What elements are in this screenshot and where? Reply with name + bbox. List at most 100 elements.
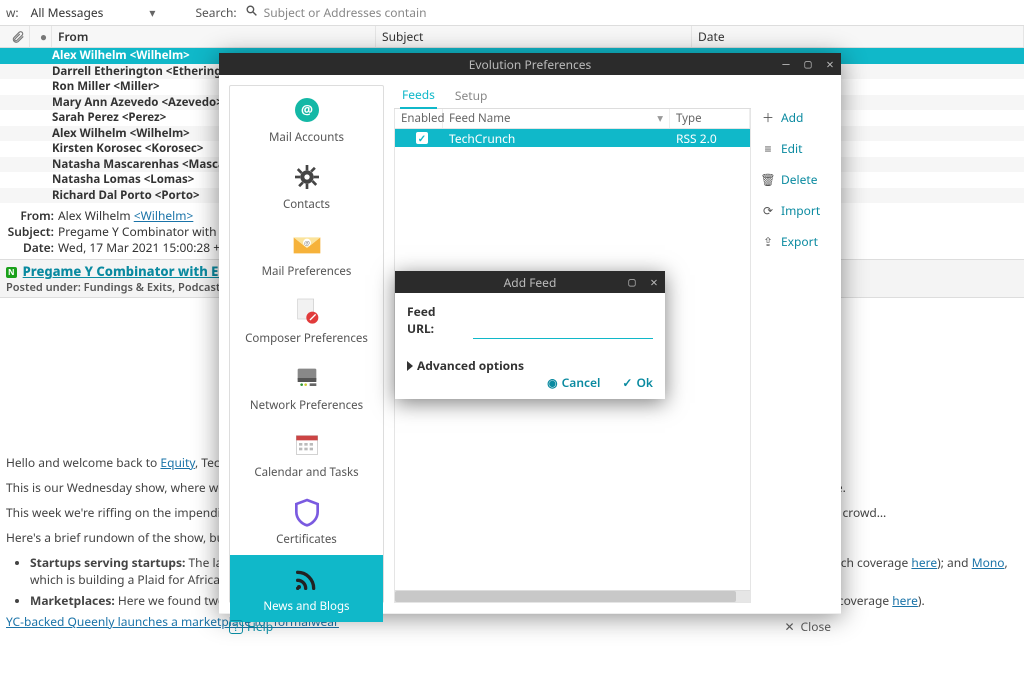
sidebar-item-composer[interactable]: Composer Preferences bbox=[230, 287, 383, 354]
plus-icon: ＋ bbox=[761, 109, 775, 126]
from-value: Alex Wilhelm <Wilhelm> bbox=[58, 207, 193, 224]
ok-button[interactable]: ✓Ok bbox=[622, 374, 653, 391]
import-icon: ⟳ bbox=[761, 202, 775, 219]
window-titlebar[interactable]: Evolution Preferences — ▢ ✕ bbox=[219, 53, 841, 75]
at-sign-icon: @ bbox=[289, 96, 325, 124]
add-feed-dialog: Add Feed ▢ ✕ Feed URL: Advanced options … bbox=[395, 271, 665, 399]
col-enabled[interactable]: Enabled bbox=[395, 109, 443, 128]
close-button[interactable]: ✕Close bbox=[784, 618, 831, 635]
dialog-titlebar[interactable]: Add Feed ▢ ✕ bbox=[395, 271, 665, 293]
network-icon bbox=[289, 364, 325, 392]
attachment-column-icon[interactable] bbox=[0, 26, 30, 47]
gear-icon bbox=[289, 163, 325, 191]
coverage-link[interactable]: here bbox=[892, 592, 918, 609]
coverage-link[interactable]: here bbox=[911, 554, 937, 571]
body-text: ); and bbox=[937, 554, 972, 571]
envelope-icon: @ bbox=[289, 230, 325, 258]
sidebar-item-contacts[interactable]: Contacts bbox=[230, 153, 383, 220]
export-button[interactable]: ⇪Export bbox=[761, 233, 831, 250]
search-label: Search: bbox=[195, 4, 236, 21]
tab-setup[interactable]: Setup bbox=[453, 83, 489, 108]
shield-icon bbox=[289, 498, 325, 526]
feed-type: RSS 2.0 bbox=[670, 130, 750, 147]
window-maximize-icon[interactable]: ▢ bbox=[797, 53, 819, 75]
dialog-title: Add Feed bbox=[504, 274, 557, 291]
from-label: From: bbox=[6, 207, 54, 224]
col-type[interactable]: Type bbox=[670, 109, 750, 128]
sidebar-item-label: Composer Preferences bbox=[234, 331, 379, 346]
sidebar-item-calendar[interactable]: Calendar and Tasks bbox=[230, 421, 383, 488]
feed-name: TechCrunch bbox=[443, 130, 670, 147]
feed-actions: ＋Add ≡Edit 🗑Delete ⟳Import ⇪Export bbox=[761, 85, 831, 603]
equity-link[interactable]: Equity bbox=[160, 454, 195, 471]
sidebar-item-certificates[interactable]: Certificates bbox=[230, 488, 383, 555]
rss-icon bbox=[289, 565, 325, 593]
export-icon: ⇪ bbox=[761, 233, 775, 250]
cancel-icon: ◉ bbox=[547, 374, 557, 391]
feed-url-input[interactable] bbox=[473, 321, 653, 339]
advanced-options-toggle[interactable]: Advanced options bbox=[407, 357, 653, 374]
sidebar-item-mail-prefs[interactable]: @ Mail Preferences bbox=[230, 220, 383, 287]
sidebar-item-label: Mail Preferences bbox=[234, 264, 379, 279]
chevron-down-icon[interactable]: ▾ bbox=[149, 4, 155, 21]
col-feed-name[interactable]: Feed Name▾ bbox=[443, 109, 670, 128]
sidebar-item-network[interactable]: Network Preferences bbox=[230, 354, 383, 421]
column-subject[interactable]: Subject bbox=[376, 26, 692, 47]
column-date[interactable]: Date bbox=[692, 26, 1024, 47]
bullet-heading: Marketplaces: bbox=[30, 592, 115, 609]
mono-link[interactable]: Mono bbox=[972, 554, 1005, 571]
column-from[interactable]: From bbox=[52, 26, 376, 47]
window-minimize-icon[interactable]: — bbox=[775, 53, 797, 75]
tab-feeds[interactable]: Feeds bbox=[400, 82, 437, 109]
window-close-icon[interactable]: ✕ bbox=[643, 271, 665, 293]
body-text: ). bbox=[918, 592, 925, 609]
from-address-link[interactable]: <Wilhelm> bbox=[134, 207, 194, 224]
svg-text:@: @ bbox=[304, 238, 310, 247]
sidebar-item-label: Contacts bbox=[234, 197, 379, 212]
tabs: Feeds Setup bbox=[394, 85, 751, 109]
window-maximize-icon[interactable]: ▢ bbox=[621, 271, 643, 293]
help-icon: ? bbox=[229, 620, 243, 634]
preferences-sidebar: @ Mail Accounts Contacts @ Mail Preferen… bbox=[229, 85, 384, 603]
sidebar-item-label: Certificates bbox=[234, 532, 379, 547]
feed-url-label: Feed URL: bbox=[407, 303, 463, 337]
close-icon: ✕ bbox=[784, 618, 794, 635]
search-icon[interactable] bbox=[245, 4, 258, 21]
window-title: Evolution Preferences bbox=[469, 56, 592, 73]
show-dropdown[interactable]: All Messages bbox=[31, 4, 104, 21]
date-label: Date: bbox=[6, 239, 54, 256]
help-button[interactable]: ?Help bbox=[229, 618, 273, 635]
feed-row[interactable]: ✓ TechCrunch RSS 2.0 bbox=[395, 129, 750, 147]
filter-bar: w: All Messages ▾ Search: Subject or Add… bbox=[0, 0, 1024, 26]
sidebar-item-mail-accounts[interactable]: @ Mail Accounts bbox=[230, 86, 383, 153]
sidebar-item-label: Mail Accounts bbox=[234, 130, 379, 145]
add-button[interactable]: ＋Add bbox=[761, 109, 831, 126]
show-label: w: bbox=[6, 4, 19, 21]
sidebar-item-label: News and Blogs bbox=[234, 599, 379, 614]
delete-button[interactable]: 🗑Delete bbox=[761, 171, 831, 188]
svg-text:@: @ bbox=[301, 101, 313, 119]
flag-column-icon[interactable]: ● bbox=[30, 26, 52, 47]
trash-icon: 🗑 bbox=[761, 171, 775, 188]
calendar-icon bbox=[289, 431, 325, 459]
list-icon: ≡ bbox=[761, 140, 775, 157]
chevron-right-icon bbox=[407, 361, 413, 371]
sidebar-item-news-blogs[interactable]: News and Blogs bbox=[230, 555, 383, 622]
subject-label: Subject: bbox=[6, 223, 54, 240]
body-text: Hello and welcome back to bbox=[6, 454, 160, 471]
bullet-heading: Startups serving startups: bbox=[30, 554, 185, 571]
import-button[interactable]: ⟳Import bbox=[761, 202, 831, 219]
feed-enabled-checkbox[interactable]: ✓ bbox=[395, 132, 443, 144]
sidebar-item-label: Network Preferences bbox=[234, 398, 379, 413]
window-close-icon[interactable]: ✕ bbox=[819, 53, 841, 75]
edit-button[interactable]: ≡Edit bbox=[761, 140, 831, 157]
from-name: Alex Wilhelm bbox=[58, 207, 134, 224]
new-badge: N bbox=[6, 267, 17, 278]
chevron-down-icon[interactable]: ▾ bbox=[657, 111, 663, 126]
horizontal-scrollbar[interactable] bbox=[395, 590, 750, 602]
cancel-button[interactable]: ◉Cancel bbox=[547, 374, 600, 391]
search-input[interactable]: Subject or Addresses contain bbox=[264, 4, 427, 21]
document-edit-icon bbox=[289, 297, 325, 325]
sidebar-item-label: Calendar and Tasks bbox=[234, 465, 379, 480]
message-list-header: ● From Subject Date bbox=[0, 26, 1024, 48]
